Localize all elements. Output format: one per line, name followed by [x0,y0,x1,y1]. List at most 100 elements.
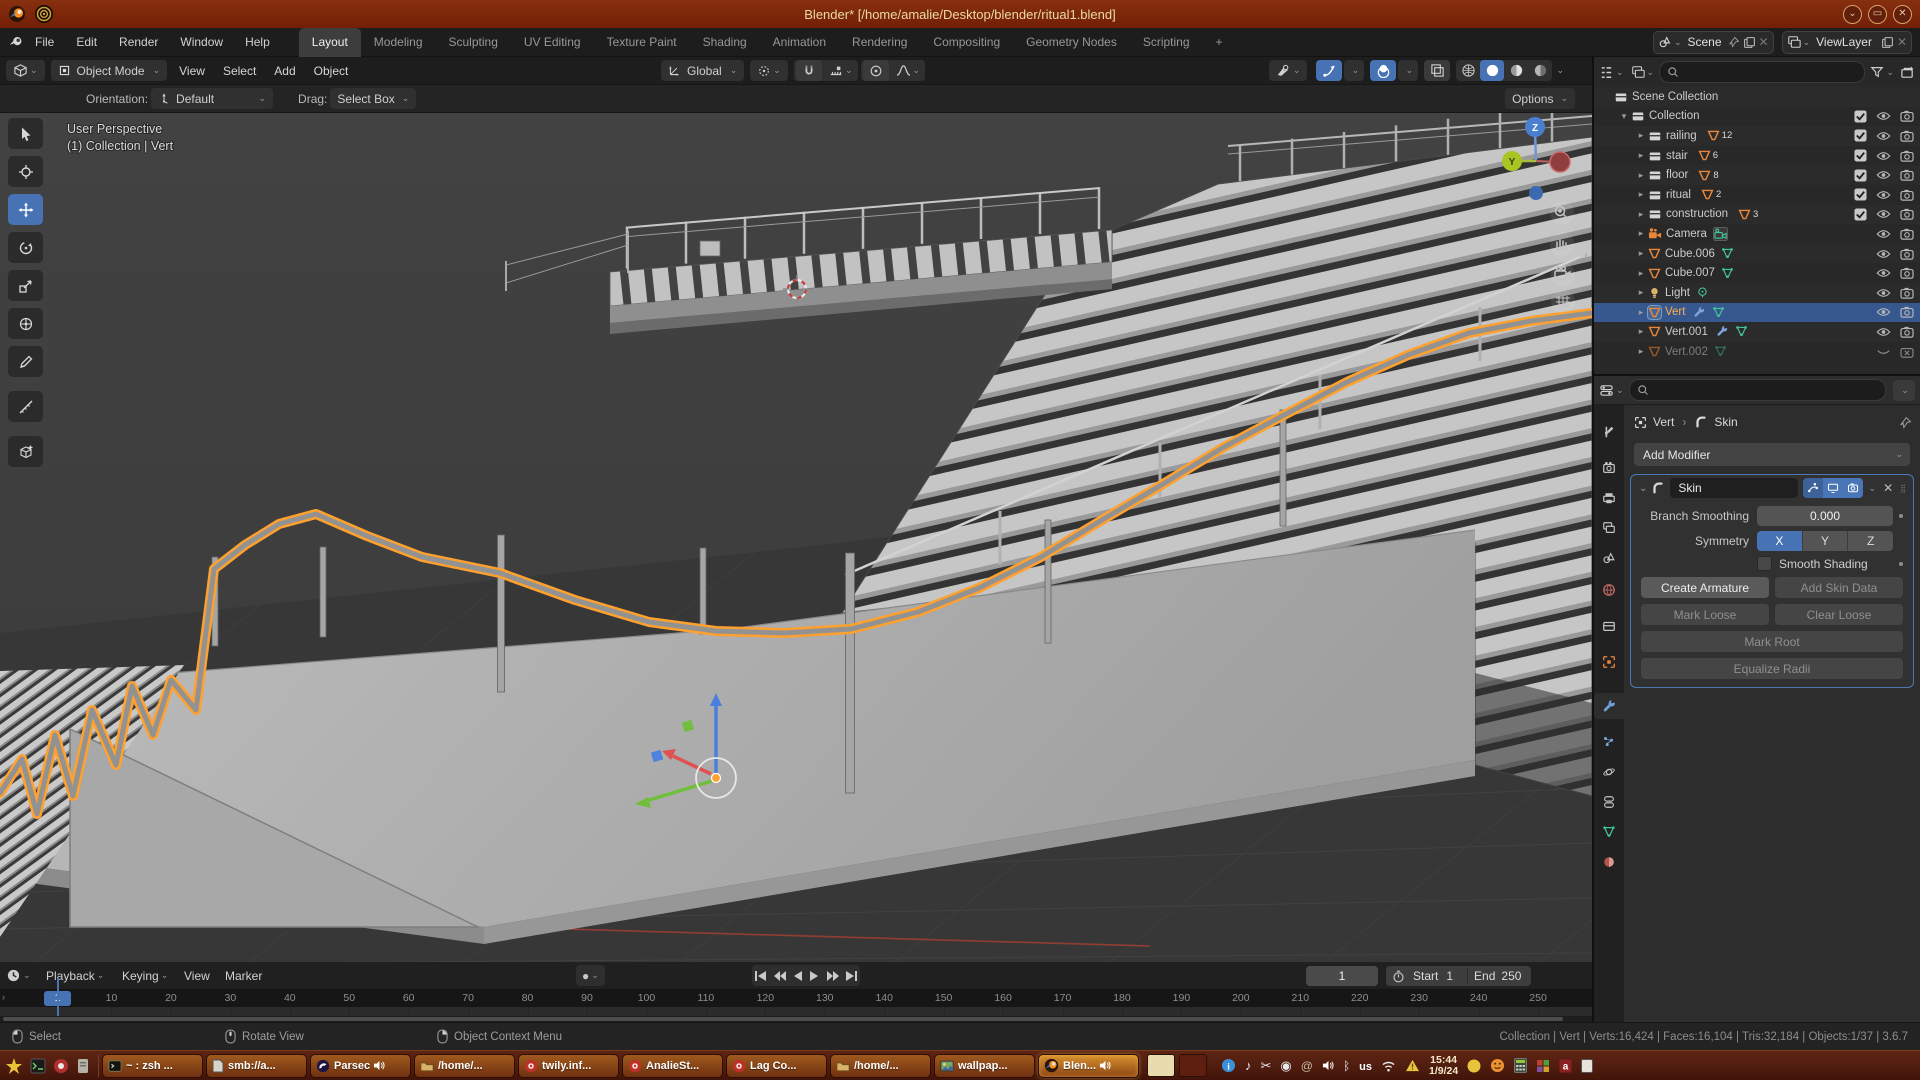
tool-cursor[interactable] [8,156,43,187]
disclosure-arrow[interactable]: ▸ [1634,209,1648,220]
outliner-row-vert[interactable]: ▸Vert [1594,303,1920,323]
tray-char-a-icon[interactable]: a [1559,1059,1572,1073]
outliner-row-collection[interactable]: ▾Collection [1594,107,1920,127]
taskbar-window-lag-co-[interactable]: Lag Co... [726,1054,827,1078]
render-toggle[interactable] [1900,248,1914,260]
outliner-row-vert-002[interactable]: ▸Vert.002 [1594,342,1920,362]
hide-eye-toggle[interactable] [1876,306,1891,318]
taskbar-window-smb-a-[interactable]: smb://a... [206,1054,307,1078]
tray-info-icon[interactable]: i [1221,1058,1236,1073]
hide-eye-toggle[interactable] [1876,228,1891,240]
taskbar-window-blen-[interactable]: Blen... [1038,1054,1139,1078]
render-toggle[interactable] [1900,326,1914,338]
outliner-item-label[interactable]: Cube.007 [1665,267,1715,279]
tab-rendering[interactable]: Rendering [839,28,920,57]
timeline-track[interactable] [0,1007,1592,1016]
tray-calculator-icon[interactable] [1514,1058,1527,1073]
outliner-item-label[interactable]: stair [1666,150,1688,162]
add-modifier-dropdown[interactable]: Add Modifier ⌄ [1634,443,1910,466]
editor-type-button[interactable]: ⌄ [6,60,45,81]
breadcrumb-modifier[interactable]: Skin [1714,415,1737,429]
symmetry-z-button[interactable]: Z [1848,531,1893,551]
modifier-name-field[interactable]: Skin [1670,478,1797,498]
symmetry-x-button[interactable]: X [1757,531,1803,551]
viewport-menu-select[interactable]: Select [214,64,265,78]
tab-sculpting[interactable]: Sculpting [436,28,511,57]
outliner-row-railing[interactable]: ▸railing12 [1594,126,1920,146]
tab-layout[interactable]: Layout [299,28,361,57]
workspace-1[interactable] [1147,1054,1175,1077]
drag-handle-icon[interactable]: ⣿ [1900,484,1907,493]
orientation-default-dropdown[interactable]: Default ⌄ [151,88,273,109]
tab-animation[interactable]: Animation [760,28,839,57]
outliner-row-light[interactable]: ▸Light [1594,283,1920,303]
outliner-filter-button[interactable]: ⌄ [1870,65,1894,79]
outliner-item-label[interactable]: ritual [1666,189,1691,201]
properties-tab-object-data[interactable] [1594,819,1624,845]
timeline-menu-view[interactable]: View [184,962,210,989]
proportional-edit-toggle[interactable] [863,60,889,81]
close-button[interactable]: ✕ [1893,5,1912,24]
outliner-row-vert-001[interactable]: ▸Vert.001 [1594,322,1920,342]
unlink-scene-icon[interactable]: ✕ [1759,35,1769,49]
outliner-row-cube-006[interactable]: ▸Cube.006 [1594,244,1920,264]
button-add-skin-data[interactable]: Add Skin Data [1775,577,1903,598]
modifier-remove-button[interactable]: ✕ [1883,481,1893,495]
tray-volume-icon[interactable] [1322,1060,1334,1071]
jump-to-end-button[interactable] [842,965,860,986]
hide-eye-toggle[interactable] [1876,189,1891,201]
button-clear-loose[interactable]: Clear Loose [1775,604,1903,625]
display-render-toggle[interactable] [1843,478,1863,498]
pin-icon[interactable] [1899,416,1912,429]
drag-mode-dropdown[interactable]: Select Box ⌄ [330,88,416,109]
taskbar-window-wallpap-[interactable]: wallpap... [934,1054,1035,1078]
tab-geometry-nodes[interactable]: Geometry Nodes [1013,28,1130,57]
properties-tab-scene[interactable] [1594,545,1624,571]
taskbar-window-parsec[interactable]: Parsec [310,1054,411,1078]
symmetry-y-button[interactable]: Y [1803,531,1849,551]
keying-dropdown[interactable]: ⌄ [591,970,599,981]
taskbar-window-twily-inf-[interactable]: twily.inf... [518,1054,619,1078]
menu-file[interactable]: File [24,35,65,49]
disclosure-arrow[interactable]: ▸ [1634,346,1648,357]
menu-edit[interactable]: Edit [65,35,108,49]
outliner-row-cube-007[interactable]: ▸Cube.007 [1594,263,1920,283]
hide-eye-toggle[interactable] [1876,248,1891,260]
button-equalize-radii[interactable]: Equalize Radii [1641,658,1903,679]
outliner-item-label[interactable]: railing [1666,130,1697,142]
jump-to-start-button[interactable] [752,965,770,986]
outliner-item-label[interactable]: construction [1666,208,1728,220]
timeline-editor-type-button[interactable]: ⌄ [6,962,31,989]
display-edit-mode-toggle[interactable] [1803,478,1823,498]
disclosure-arrow[interactable]: ▸ [1634,228,1648,239]
properties-tab-modifiers[interactable] [1594,693,1624,719]
smooth-shading-checkbox[interactable] [1757,556,1772,571]
mode-dropdown[interactable]: Object Mode ⌄ [51,60,168,81]
render-toggle[interactable] [1900,346,1914,358]
exclude-checkbox[interactable] [1854,169,1867,182]
exclude-checkbox[interactable] [1854,149,1867,162]
disclosure-arrow[interactable]: ▸ [1634,326,1648,337]
snap-toggle[interactable] [796,60,822,81]
show-overlays-toggle[interactable] [1370,60,1396,81]
outliner-display-mode[interactable]: ⌄ [1599,65,1624,80]
viewport-menu-object[interactable]: Object [305,64,358,78]
render-toggle[interactable] [1900,189,1914,201]
hide-eye-toggle[interactable] [1876,130,1891,142]
falloff-dropdown[interactable]: ⌄ [891,60,925,81]
xray-toggle[interactable] [1424,60,1450,81]
tray-mention-icon[interactable]: @ [1301,1059,1313,1073]
outliner-row-scene collection[interactable]: Scene Collection [1594,87,1920,107]
modifier-extras-dropdown[interactable]: ⌄ [1869,483,1877,494]
taskbar-launcher-files-icon[interactable] [76,1058,90,1074]
taskbar-window--zsh-[interactable]: ~ : zsh ... [102,1054,203,1078]
new-view-layer-icon[interactable] [1881,36,1894,49]
timeline-menu-playback[interactable]: Playback ⌄ [46,962,104,989]
shading-wireframe-button[interactable] [1456,60,1480,81]
disclosure-arrow[interactable]: ▸ [1634,150,1648,161]
tab-scripting[interactable]: Scripting [1130,28,1203,57]
render-toggle[interactable] [1900,228,1914,240]
tool-tweak-select[interactable] [8,118,43,149]
auto-key-record-button[interactable]: ● [582,969,589,983]
viewport-menu-add[interactable]: Add [265,64,304,78]
